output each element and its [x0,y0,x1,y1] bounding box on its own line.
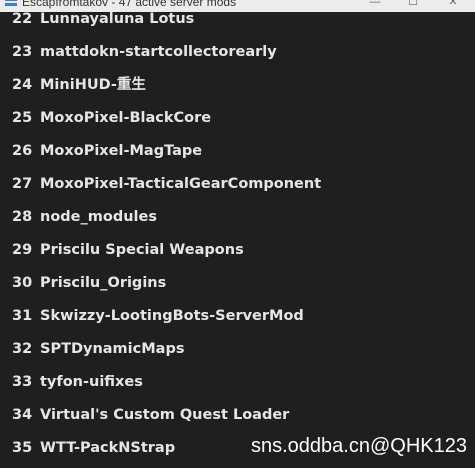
item-number: 26 [12,143,33,159]
item-number: 31 [12,308,33,324]
window-titlebar[interactable]: Escapfromtakov - 47 active server mods —… [0,0,475,12]
list-item: 28 node_modules [12,207,157,227]
app-icon [5,0,17,6]
item-number: 34 [12,407,33,423]
maximize-button[interactable]: ☐ [404,0,422,9]
mod-list: 22 Lunnayaluna Lotus 23 mattdokn-startcoll… [0,0,475,468]
list-item: 22 Lunnayaluna Lotus [12,9,194,29]
list-item: 29 Priscilu Special Weapons [12,240,244,260]
item-name: Priscilu Special Weapons [40,242,244,258]
list-item: 27 MoxoPixel-TacticalGearComponent [12,174,321,194]
item-number: 25 [12,110,33,126]
item-name: Lunnayaluna Lotus [40,11,195,27]
item-number: 30 [12,275,33,291]
item-name: SPTDynamicMaps [40,341,185,357]
list-item: 30 Priscilu_Origins [12,273,166,293]
item-name: MiniHUD-重生 [40,77,146,93]
window-title: Escapfromtakov - 47 active server mods [22,0,237,9]
item-name: mattdokn-startcollectorearly [40,44,277,60]
item-name: tyfon-uifixes [40,374,143,390]
item-number: 35 [12,440,33,456]
item-number: 27 [12,176,33,192]
list-item: 33 tyfon-uifixes [12,372,143,392]
item-number: 32 [12,341,33,357]
item-name: WTT-PackNStrap [40,440,176,456]
minimize-button[interactable]: — [366,0,384,9]
list-item: 35 WTT-PackNStrap [12,438,175,458]
list-item: 34 Virtual's Custom Quest Loader [12,405,289,425]
item-name: Skwizzy-LootingBots-ServerMod [40,308,304,324]
list-item: 31 Skwizzy-LootingBots-ServerMod [12,306,304,326]
item-name: node_modules [40,209,157,225]
item-number: 22 [12,11,33,27]
list-item: 23 mattdokn-startcollectorearly [12,42,277,62]
watermark: sns.oddba.cn@QHK123 [251,435,467,457]
item-number: 23 [12,44,33,60]
item-number: 33 [12,374,33,390]
item-name: MoxoPixel-TacticalGearComponent [40,176,322,192]
item-number: 29 [12,242,33,258]
item-name: Virtual's Custom Quest Loader [40,407,290,423]
item-number: 28 [12,209,33,225]
list-item: 26 MoxoPixel-MagTape [12,141,202,161]
item-name: MoxoPixel-MagTape [40,143,203,159]
list-item: 25 MoxoPixel-BlackCore [12,108,211,128]
item-number: 24 [12,77,33,93]
list-item: 32 SPTDynamicMaps [12,339,184,359]
list-item: 24 MiniHUD-重生 [12,75,146,95]
item-name: MoxoPixel-BlackCore [40,110,212,126]
item-name: Priscilu_Origins [40,275,167,291]
close-button[interactable]: ✕ [444,0,462,9]
